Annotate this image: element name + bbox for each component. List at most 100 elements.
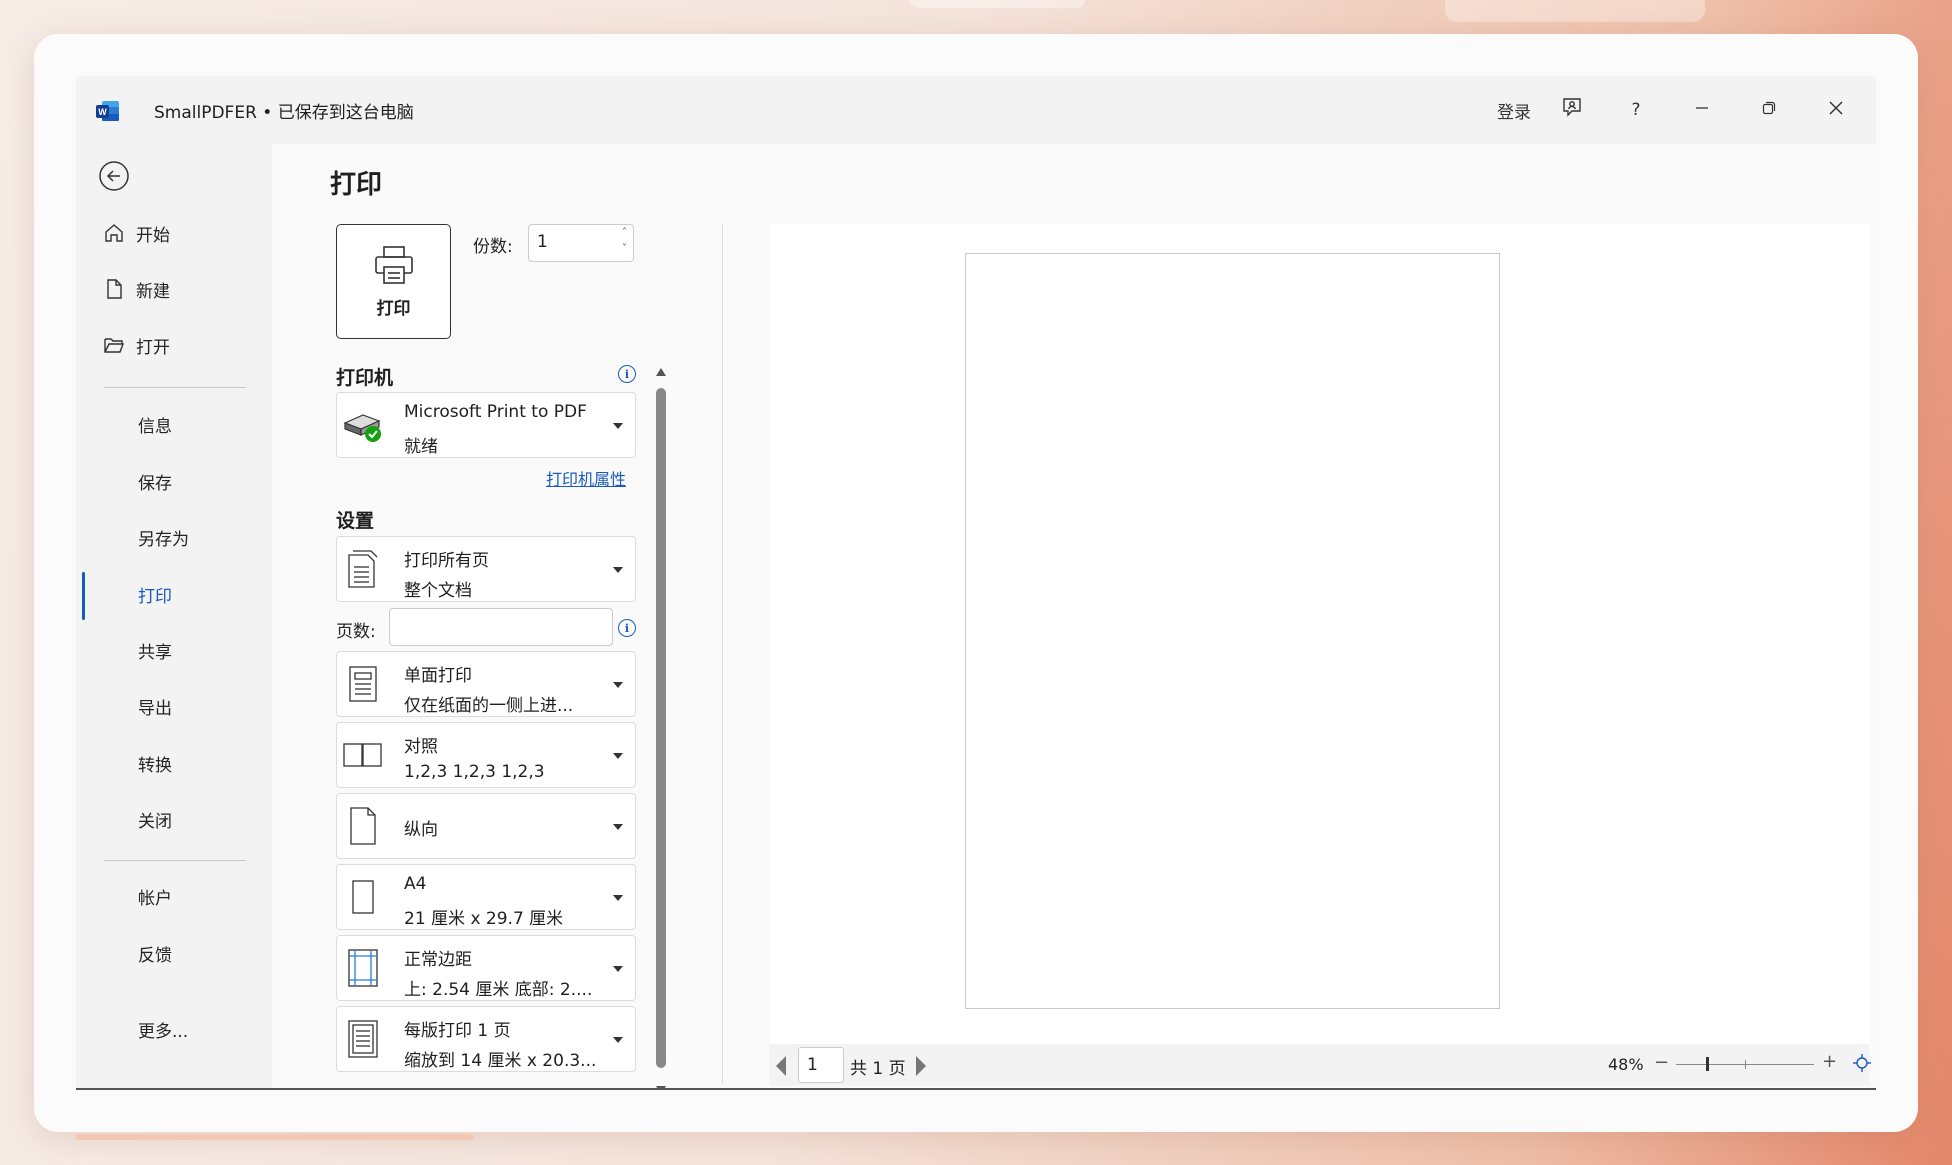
margins-icon [343,946,383,990]
nav-share[interactable]: 共享 [138,631,172,669]
nav-open-label: 打开 [136,337,170,358]
printer-info-icon[interactable]: i [618,365,636,383]
printer-name: Microsoft Print to PDF [404,402,587,422]
previous-page-icon[interactable] [776,1056,786,1076]
minimize-icon [1695,100,1709,120]
new-document-icon [102,277,126,301]
one-sided-icon [343,662,383,706]
back-arrow-icon [98,161,130,196]
nav-feedback[interactable]: 反馈 [138,934,172,972]
nav-print[interactable]: 打印 [138,575,172,613]
nav-home[interactable]: 开始 [102,214,170,252]
chevron-down-icon [613,895,623,901]
total-pages: 共 1 页 [850,1059,906,1079]
chevron-down-icon [613,423,623,429]
pages-label: 页数: [336,622,376,642]
chevron-down-icon [613,682,623,688]
restore-button[interactable] [1749,92,1789,128]
chevron-down-icon [613,567,623,573]
zoom-out-icon[interactable]: − [1654,1052,1669,1073]
next-page-icon[interactable] [916,1056,926,1076]
nav-convert[interactable]: 转换 [138,744,172,782]
home-icon [102,221,126,245]
orientation-dropdown[interactable]: 纵向 [336,793,636,859]
printer-status: 就绪 [404,437,438,457]
chevron-down-icon [613,824,623,830]
nav-separator [104,387,246,388]
pages-per-sheet-dropdown[interactable]: 每版打印 1 页 缩放到 14 厘米 x 20.3... [336,1006,636,1072]
printer-properties-link[interactable]: 打印机属性 [546,466,626,490]
back-button[interactable] [98,160,130,192]
paper-size-value: A4 [404,874,427,894]
zoom-to-page-icon[interactable] [1852,1053,1872,1073]
collation-value: 对照 [404,737,438,757]
close-button[interactable] [1816,92,1856,128]
copies-label: 份数: [473,237,513,257]
spin-down-icon[interactable]: ˅ [622,243,627,254]
sides-value: 单面打印 [404,666,472,686]
pane-divider [722,224,723,1084]
title-bar: W SmallPDFER • 已保存到这台电脑 登录 ? [76,76,1876,144]
window-title: SmallPDFER • 已保存到这台电脑 [154,103,414,123]
nav-open[interactable]: 打开 [102,326,170,364]
nav-separator [104,860,246,861]
sides-desc: 仅在纸面的一侧上进... [404,696,574,716]
print-button[interactable]: 打印 [336,224,451,339]
paper-size-icon [343,875,383,919]
word-logo-icon: W [96,100,120,122]
print-range-dropdown[interactable]: 打印所有页 整个文档 [336,536,636,602]
paper-size-dropdown[interactable]: A4 21 厘米 x 29.7 厘米 [336,864,636,930]
nav-new[interactable]: 新建 [102,270,170,308]
nav-close[interactable]: 关闭 [138,800,172,838]
margins-dropdown[interactable]: 正常边距 上: 2.54 厘米 底部: 2.... [336,935,636,1001]
help-button[interactable]: ? [1616,92,1656,128]
minimize-button[interactable] [1682,92,1722,128]
pages-input[interactable] [389,608,613,646]
zoom-in-icon[interactable]: + [1822,1051,1837,1072]
nav-save[interactable]: 保存 [138,462,172,500]
signin-button[interactable]: 登录 [1484,92,1544,128]
nav-save-as[interactable]: 另存为 [138,518,189,556]
print-range-value: 打印所有页 [404,551,489,571]
pages-per-sheet-icon [343,1017,383,1061]
chevron-down-icon [613,1037,623,1043]
margins-desc: 上: 2.54 厘米 底部: 2.... [404,980,593,1000]
preview-page [965,253,1500,1009]
sides-dropdown[interactable]: 单面打印 仅在纸面的一侧上进... [336,651,636,717]
nav-more[interactable]: 更多... [138,1010,188,1048]
restore-icon [1762,100,1776,120]
nav-account[interactable]: 帐户 [138,877,172,915]
decorative-accent [76,1134,474,1140]
settings-section-heading: 设置 [336,510,375,532]
printer-section-heading: 打印机 [336,367,394,389]
nav-new-label: 新建 [136,281,170,302]
pages-per-sheet-desc: 缩放到 14 厘米 x 20.3... [404,1051,597,1071]
zoom-slider-thumb[interactable] [1706,1057,1709,1071]
print-button-label: 打印 [376,298,411,319]
close-icon [1828,100,1844,121]
nav-info[interactable]: 信息 [138,405,172,443]
folder-open-icon [102,333,126,357]
copies-stepper[interactable]: 1 ˄ ˅ [528,224,634,262]
zoom-level[interactable]: 48% [1608,1055,1644,1074]
scrollbar-thumb[interactable] [656,388,666,1068]
collation-dropdown[interactable]: 对照 1,2,3 1,2,3 1,2,3 [336,722,636,788]
collation-desc: 1,2,3 1,2,3 1,2,3 [404,762,545,782]
chevron-down-icon [613,753,623,759]
nav-active-indicator [82,572,85,620]
svg-text:W: W [98,107,107,117]
collated-icon [343,733,383,777]
feedback-button[interactable] [1552,92,1592,128]
pages-per-sheet-value: 每版打印 1 页 [404,1021,511,1041]
current-page-input[interactable]: 1 [798,1047,844,1083]
nav-home-label: 开始 [136,225,170,246]
feedback-icon [1560,96,1584,125]
page-title: 打印 [330,170,383,200]
nav-export[interactable]: 导出 [138,687,172,725]
spin-up-icon[interactable]: ˄ [622,227,627,238]
portrait-icon [343,804,383,848]
printer-icon [373,245,415,290]
pages-info-icon[interactable]: i [618,619,636,637]
print-range-desc: 整个文档 [404,581,472,601]
printer-dropdown[interactable]: Microsoft Print to PDF 就绪 [336,392,636,458]
